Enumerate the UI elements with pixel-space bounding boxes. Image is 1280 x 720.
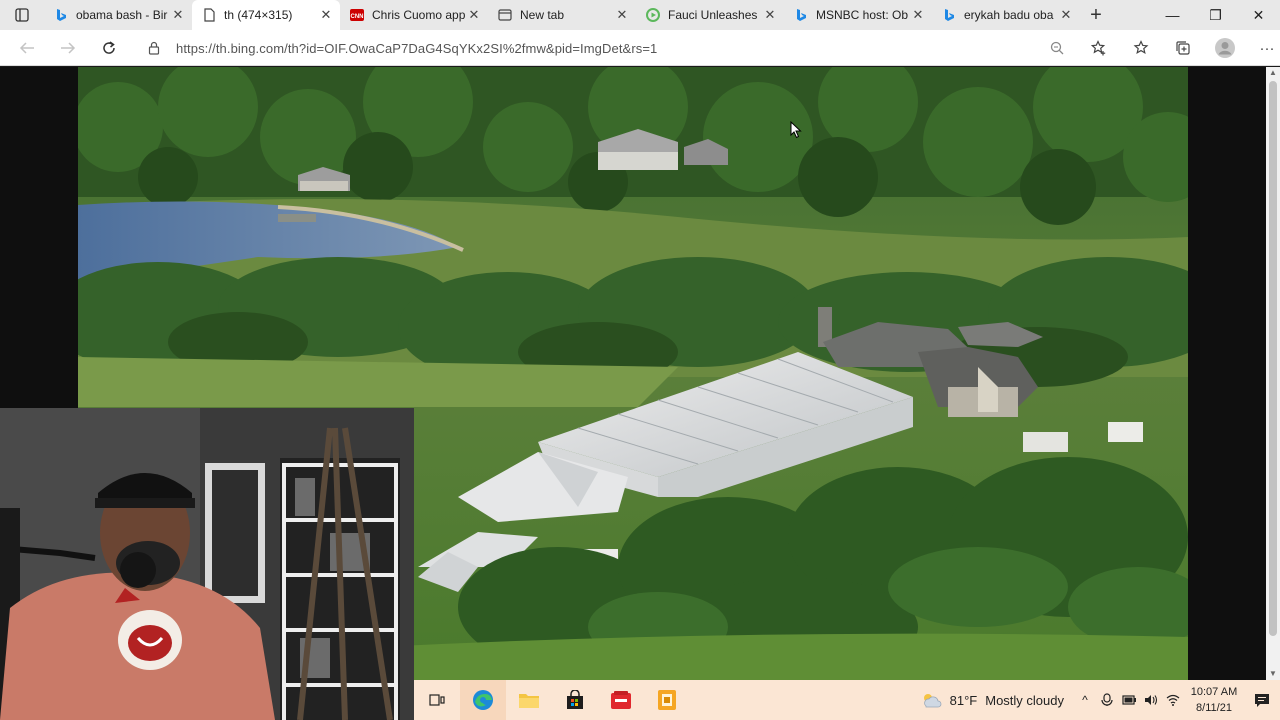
bing-icon <box>54 8 68 22</box>
tab-label: MSNBC host: Ob <box>816 8 909 22</box>
zoom-icon[interactable] <box>1036 30 1078 66</box>
file-explorer-icon[interactable] <box>506 680 552 720</box>
page-icon <box>202 8 216 22</box>
meet-now-icon[interactable] <box>1096 680 1118 720</box>
forward-button[interactable] <box>47 30 88 66</box>
more-menu-icon[interactable]: ··· <box>1246 30 1280 66</box>
refresh-button[interactable] <box>88 30 129 66</box>
tab-strip: obama bash - Bir ✕ th (474×315) ✕ CNN Ch… <box>0 0 1280 30</box>
forward-arrow-icon <box>60 41 75 54</box>
tab-new-tab[interactable]: New tab ✕ <box>488 0 636 30</box>
wifi-icon[interactable] <box>1162 680 1184 720</box>
app-orange-icon[interactable] <box>644 680 690 720</box>
task-view-icon[interactable] <box>414 680 460 720</box>
tab-obama-bash[interactable]: obama bash - Bir ✕ <box>44 0 192 30</box>
new-tab-button[interactable]: + <box>1080 0 1112 30</box>
scroll-down-icon[interactable]: ▼ <box>1266 668 1280 680</box>
tab-fauci[interactable]: Fauci Unleashes ✕ <box>636 0 784 30</box>
window-controls: — ❐ ✕ <box>1151 0 1280 30</box>
cloud-icon <box>923 694 941 708</box>
tab-close-icon[interactable]: ✕ <box>466 7 482 23</box>
tab-label: New tab <box>520 8 565 22</box>
tab-chris-cuomo[interactable]: CNN Chris Cuomo app ✕ <box>340 0 488 30</box>
tab-label: erykah badu oba <box>964 8 1054 22</box>
vertical-scrollbar[interactable]: ▲ ▼ <box>1266 67 1280 680</box>
clock-date: 8/11/21 <box>1196 702 1232 714</box>
tab-close-icon[interactable]: ✕ <box>762 7 778 23</box>
clock-time: 10:07 AM <box>1190 686 1238 698</box>
tab-close-icon[interactable]: ✕ <box>318 7 334 23</box>
url-text[interactable]: https://th.bing.com/th?id=OIF.OwaCaP7DaG… <box>176 41 657 56</box>
clock[interactable]: 10:07 AM 8/11/21 <box>1184 684 1244 716</box>
profile-avatar-icon[interactable] <box>1204 30 1246 66</box>
tab-close-icon[interactable]: ✕ <box>170 7 186 23</box>
favorites-icon[interactable] <box>1120 30 1162 66</box>
tab-msnbc[interactable]: MSNBC host: Ob ✕ <box>784 0 932 30</box>
back-button[interactable] <box>6 30 47 66</box>
weather-condition: Mostly cloudy <box>985 692 1064 708</box>
svg-text:CNN: CNN <box>351 14 364 20</box>
tab-label: th (474×315) <box>224 8 293 22</box>
collections-icon[interactable] <box>1162 30 1204 66</box>
lock-icon[interactable] <box>148 41 166 55</box>
address-bar[interactable]: https://th.bing.com/th?id=OIF.OwaCaP7DaG… <box>140 34 1070 62</box>
tab-label: Chris Cuomo app <box>372 8 466 22</box>
newtab-icon <box>498 8 512 22</box>
scroll-up-icon[interactable]: ▲ <box>1266 67 1280 79</box>
webcam-overlay <box>0 408 414 720</box>
tab-label: Fauci Unleashes <box>668 8 758 22</box>
toolbar-actions: ··· <box>1036 30 1280 66</box>
tab-close-icon[interactable]: ✕ <box>1058 7 1074 23</box>
close-window-icon[interactable]: ✕ <box>1237 0 1280 30</box>
scrollbar-thumb[interactable] <box>1269 81 1277 636</box>
volume-icon[interactable] <box>1140 680 1162 720</box>
windows-taskbar: 81°F Mostly cloudy ^ 10:07 AM 8/11/21 <box>414 680 1280 720</box>
battery-icon[interactable] <box>1118 680 1140 720</box>
cnn-icon: CNN <box>350 8 364 22</box>
tab-th-image[interactable]: th (474×315) ✕ <box>192 0 340 30</box>
tab-close-icon[interactable]: ✕ <box>910 7 926 23</box>
add-favorite-icon[interactable] <box>1078 30 1120 66</box>
minimize-icon[interactable]: — <box>1151 0 1194 30</box>
restore-icon[interactable]: ❐ <box>1194 0 1237 30</box>
weather-widget[interactable]: 81°F Mostly cloudy <box>920 692 1064 708</box>
notifications-icon[interactable] <box>1244 680 1280 720</box>
refresh-icon <box>102 40 115 54</box>
app-red-icon[interactable] <box>598 680 644 720</box>
store-icon[interactable] <box>552 680 598 720</box>
chevron-up-icon[interactable]: ^ <box>1074 680 1096 720</box>
rumble-icon <box>646 8 660 22</box>
tab-label: obama bash - Bir <box>76 8 168 22</box>
weather-temperature: 81°F <box>949 692 978 708</box>
mouse-cursor-icon <box>790 120 802 144</box>
back-arrow-icon <box>19 41 34 54</box>
tab-actions-icon <box>15 8 29 22</box>
tab-actions-button[interactable] <box>0 0 44 30</box>
bing-icon <box>942 8 956 22</box>
tab-erykah-badu[interactable]: erykah badu oba ✕ <box>932 0 1080 30</box>
tab-close-icon[interactable]: ✕ <box>614 7 630 23</box>
system-tray: 81°F Mostly cloudy ^ 10:07 AM 8/11/21 <box>920 680 1280 720</box>
bing-icon <box>794 8 808 22</box>
edge-browser-icon[interactable] <box>460 680 506 720</box>
